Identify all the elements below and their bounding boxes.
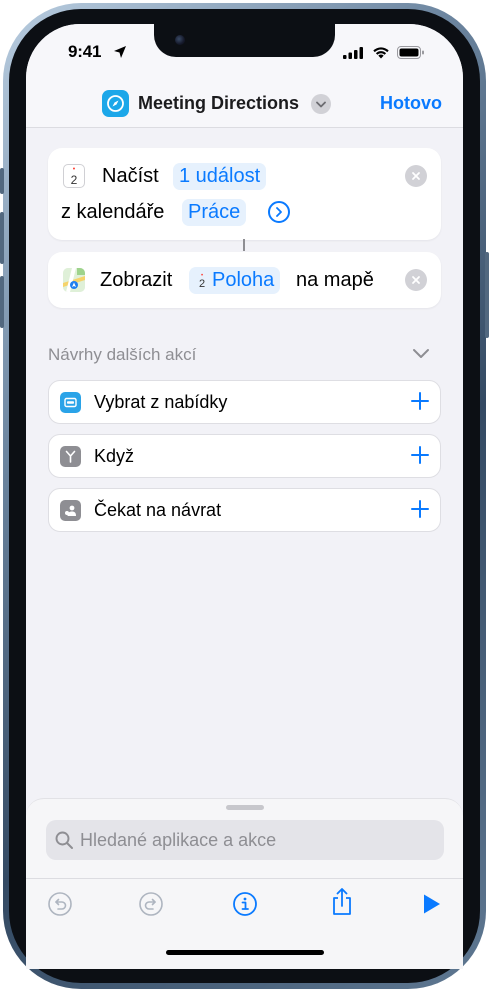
- action-verb: Načíst: [102, 165, 159, 187]
- suggestion-item[interactable]: Čekat na návrat: [48, 488, 441, 532]
- remove-action-icon[interactable]: [405, 165, 427, 187]
- compass-icon: [102, 90, 129, 117]
- maps-icon: [63, 268, 85, 292]
- calendar-icon-day: 2: [70, 173, 78, 187]
- redo-icon[interactable]: [138, 891, 164, 917]
- calendar-icon-day: 2: [198, 277, 206, 290]
- param-calendar[interactable]: Práce: [182, 199, 247, 226]
- calendar-icon: • 2: [195, 272, 209, 290]
- share-icon[interactable]: [329, 887, 355, 917]
- action-suffix: na mapě: [296, 269, 374, 291]
- title-menu-chevron-icon[interactable]: [311, 94, 331, 114]
- status-time: 9:41: [68, 42, 102, 61]
- toolbar-divider: [26, 878, 463, 879]
- add-icon[interactable]: [410, 445, 430, 465]
- param-location-label: Poloha: [212, 269, 275, 291]
- sheet-grabber[interactable]: [226, 805, 264, 810]
- volume-up-button: [0, 212, 4, 264]
- volume-down-button: [0, 276, 4, 328]
- location-arrow-icon: [114, 46, 126, 58]
- action-card-show-map[interactable]: Zobrazit • 2 Poloha na mapě: [48, 252, 441, 308]
- action-card-get-events[interactable]: • 2 Načíst 1 událost z kalendáře Práce: [48, 148, 441, 240]
- battery-icon: [397, 46, 424, 59]
- suggestion-label: Když: [94, 446, 135, 466]
- menu-icon: [60, 392, 81, 413]
- suggestion-item[interactable]: Vybrat z nabídky: [48, 380, 441, 424]
- shortcut-title[interactable]: Meeting Directions: [138, 93, 299, 114]
- search-placeholder: Hledané aplikace a akce: [80, 830, 277, 850]
- power-button: [485, 252, 489, 338]
- branch-icon: [60, 446, 81, 467]
- front-camera: [175, 35, 185, 45]
- param-event-count[interactable]: 1 událost: [173, 163, 267, 190]
- cellular-signal-icon: [343, 47, 363, 59]
- suggestion-item[interactable]: Když: [48, 434, 441, 478]
- suggestion-label: Čekat na návrat: [94, 500, 222, 520]
- action-line2-text: z kalendáře: [61, 201, 165, 223]
- action-verb: Zobrazit: [100, 269, 173, 291]
- home-indicator[interactable]: [166, 950, 324, 955]
- undo-icon[interactable]: [47, 891, 73, 917]
- search-icon: [55, 831, 73, 849]
- calendar-icon: • 2: [63, 164, 85, 188]
- play-icon[interactable]: [422, 893, 442, 915]
- add-icon[interactable]: [410, 391, 430, 411]
- action-connector: [243, 239, 245, 251]
- action-button: [0, 168, 4, 194]
- param-location[interactable]: • 2 Poloha: [189, 267, 281, 294]
- suggestion-label: Vybrat z nabídky: [94, 392, 228, 412]
- collapse-chevron-icon[interactable]: [412, 348, 430, 359]
- person-return-icon: [60, 500, 81, 521]
- suggestions-header: Návrhy dalších akcí: [48, 345, 197, 364]
- add-icon[interactable]: [410, 499, 430, 519]
- info-icon[interactable]: [232, 891, 258, 917]
- wifi-icon: [373, 47, 389, 59]
- remove-action-icon[interactable]: [405, 269, 427, 291]
- header-divider: [26, 127, 463, 128]
- expand-chevron-icon[interactable]: [268, 201, 290, 223]
- done-button[interactable]: Hotovo: [380, 93, 442, 114]
